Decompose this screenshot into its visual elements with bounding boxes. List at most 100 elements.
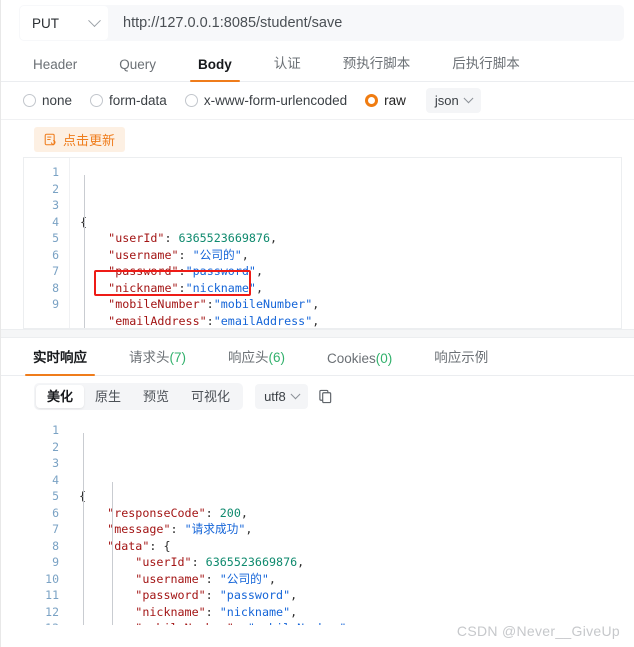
request-tab-预执行脚本[interactable]: 预执行脚本 [333,52,421,81]
code-token: , [290,604,298,619]
response-view-mode-可视化[interactable]: 可视化 [180,385,241,408]
http-method-value: PUT [32,15,59,31]
response-tab-count: (6) [268,350,286,365]
code-token: "公司的" [219,571,269,586]
body-type-label: x-www-form-urlencoded [203,93,348,108]
response-tab-label: 请求头 [129,350,170,365]
code-token: , [346,621,353,625]
request-tab-body[interactable]: Body [188,57,242,82]
line-number: 7 [52,522,59,536]
body-type-radio-none[interactable]: none [23,93,72,108]
response-tab-响应头[interactable]: 响应头(6) [218,346,295,375]
response-view-mode-美化[interactable]: 美化 [36,384,85,408]
code-token: , [245,522,253,536]
code-token: "nickname" [135,604,206,619]
api-client-window: PUT http://127.0.0.1:8085/student/save H… [0,0,634,647]
code-token: "mobileNumber" [213,297,313,311]
code-token: "password" [185,264,256,278]
code-token: "nickname" [185,280,256,295]
code-token: 6365523669876 [205,555,298,569]
response-tab-cookies[interactable]: Cookies(0) [317,351,402,375]
code-line: "nickname": "nickname", [79,604,622,621]
body-type-radio-form-data[interactable]: form-data [90,93,167,108]
code-token: : [164,231,179,245]
line-number: 8 [52,538,59,553]
url-input[interactable]: http://127.0.0.1:8085/student/save [109,15,624,31]
line-number: 1 [52,165,59,179]
encoding-select[interactable]: utf8 [255,383,308,409]
raw-format-select[interactable]: json [425,88,481,113]
code-token: "username" [108,247,179,262]
chevron-down-icon [88,13,101,27]
body-type-label: raw [384,93,406,108]
url-bar: PUT http://127.0.0.1:8085/student/save [1,0,634,46]
response-tab-请求头[interactable]: 请求头(7) [119,346,196,375]
response-tab-count: (7) [169,350,187,365]
code-token: "userId" [135,555,192,569]
request-body-editor[interactable]: 1 2 3 4 5 6 7 8 9 { "userId": 6365523669876, "us… [23,157,622,329]
code-token: : [205,588,220,602]
http-method-select[interactable]: PUT [20,6,108,40]
raw-format-value: json [434,93,459,108]
code-line: "userId": 6365523669876, [79,554,622,571]
code-token: , [241,247,249,262]
url-field: PUT http://127.0.0.1:8085/student/save [19,5,624,41]
response-view-mode-group: 美化 原生 预览 可视化 [34,382,244,410]
chevron-down-icon [463,93,474,104]
line-number: 8 [52,280,59,295]
code-line: "responseCode": 200, [79,505,622,522]
response-tab-label: 实时响应 [33,350,87,365]
code-token: "mobileNumber" [135,621,234,625]
line-number: 5 [52,231,59,245]
line-number: 13 [23,620,59,625]
code-line: "username": "公司的", [80,247,621,264]
update-button[interactable]: 点击更新 [34,127,126,152]
request-tab-query[interactable]: Query [109,57,166,81]
code-line: "password":"password", [80,263,621,280]
line-number: 1 [52,423,59,437]
request-tabbar: Header Query Body 认证 预执行脚本 后执行脚本 [1,46,634,82]
line-number: 9 [52,555,59,569]
code-token: "公司的" [192,247,242,262]
code-token: , [255,264,263,278]
line-number: 5 [52,489,59,503]
code-token: "data" [107,538,150,553]
code-token: "responseCode" [107,505,206,520]
response-view-mode-预览[interactable]: 预览 [132,385,180,408]
pane-divider[interactable] [1,329,634,338]
request-line-numbers: 1 2 3 4 5 6 7 8 9 [24,158,70,328]
code-token: "nickname" [108,280,179,295]
request-tab-认证[interactable]: 认证 [264,52,311,81]
body-type-row: none form-data x-www-form-urlencoded raw js… [1,82,634,120]
response-line-numbers: 12345678910111213 [23,416,69,625]
line-number: 11 [45,588,59,602]
body-type-radio-x-www-form-urlencoded[interactable]: x-www-form-urlencoded [184,93,348,108]
response-tab-count: (0) [375,351,393,366]
copy-icon[interactable] [318,389,333,404]
line-number: 3 [52,456,59,470]
response-tab-实时响应[interactable]: 实时响应 [23,346,97,376]
code-token: : [234,621,248,625]
request-code-area[interactable]: { "userId": 6365523669876, "username": "… [70,158,621,328]
body-type-radio-raw[interactable]: raw [365,93,406,108]
response-view-mode-原生[interactable]: 原生 [84,385,132,408]
watermark: CSDN @Never__GiveUp [456,623,620,639]
code-token: "userId" [108,231,165,245]
code-token: "请求成功" [184,522,246,536]
response-code-area[interactable]: { "responseCode": 200, "message": "请求成功"… [69,416,622,625]
response-tab-响应示例[interactable]: 响应示例 [424,346,498,375]
code-line: { [79,488,622,505]
line-number: 6 [52,505,59,520]
update-button-label: 点击更新 [63,133,116,148]
radio-indicator-icon [23,94,36,107]
line-number: 7 [52,264,59,278]
code-token: "password" [219,588,291,602]
response-body-editor[interactable]: 12345678910111213 { "responseCode": 200,… [23,416,622,625]
body-type-radio-group: none form-data x-www-form-urlencoded raw [23,93,424,108]
request-tab-header[interactable]: Header [23,57,87,81]
request-tab-后执行脚本[interactable]: 后执行脚本 [442,52,530,81]
code-line: "data": { [79,538,622,555]
response-tab-label: Cookies [327,351,376,366]
indent-guide [83,432,84,625]
code-token: : [170,522,185,536]
